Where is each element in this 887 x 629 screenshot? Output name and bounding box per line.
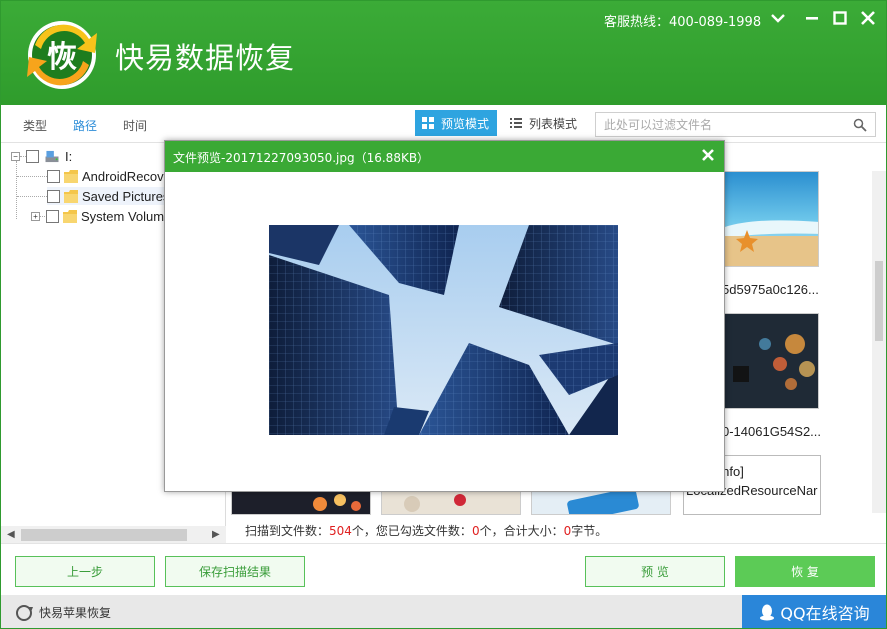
scanned-count: 504 [329, 524, 352, 538]
save-results-button[interactable]: 保存扫描结果 [165, 556, 305, 587]
qq-consult-label: QQ在线咨询 [780, 604, 870, 623]
folder-icon [63, 209, 77, 223]
scroll-thumb[interactable] [21, 529, 187, 541]
app-title: 快易数据恢复 [115, 41, 296, 75]
tree-line [17, 176, 47, 177]
maximize-icon[interactable] [829, 7, 851, 29]
list-mode-label: 列表模式 [529, 116, 578, 131]
header: 恢 快易数据恢复 客服热线：400-089-1998 [1, 1, 886, 105]
app-window: 恢 快易数据恢复 客服热线：400-089-1998 类型 路径 时间 预览模式 [0, 0, 887, 629]
thumbnail-partial[interactable] [231, 489, 371, 515]
tab-path[interactable]: 路径 [73, 117, 97, 134]
hotline-text: 客服热线：400-089-1998 [604, 15, 762, 30]
svg-text:恢: 恢 [47, 40, 77, 75]
status-prefix: 扫描到文件数： [245, 524, 330, 538]
vertical-scrollbar[interactable] [872, 171, 886, 513]
preview-image [269, 225, 618, 435]
tab-time[interactable]: 时间 [123, 117, 147, 134]
app-logo: 恢 [17, 15, 107, 95]
horizontal-scrollbar[interactable]: ◀ ▶ [1, 526, 226, 544]
checkbox[interactable] [46, 209, 59, 223]
tree-item-androidrecov[interactable]: AndroidRecov [47, 167, 164, 185]
dialog-title-bar[interactable]: 文件预览-20171227093050.jpg（16.88KB） [165, 141, 724, 172]
preview-mode-label: 预览模式 [441, 116, 490, 131]
scroll-left-icon[interactable]: ◀ [7, 529, 15, 540]
chevron-down-icon[interactable] [767, 7, 789, 29]
recover-button[interactable]: 恢 复 [735, 556, 875, 587]
folder-icon [64, 169, 78, 183]
list-icon [510, 118, 522, 128]
file-preview-dialog: 文件预览-20171227093050.jpg（16.88KB） [164, 140, 725, 492]
tree-root-row[interactable]: − I: [11, 147, 72, 165]
status-bar: 扫描到文件数：504个，您已勾选文件数：0个，合计大小：0字节。 [227, 515, 886, 543]
tree-item-label: Saved Pictures [82, 188, 170, 204]
tree-line [16, 161, 17, 219]
preview-button[interactable]: 预 览 [585, 556, 725, 587]
qq-icon [760, 604, 775, 621]
thumbnail-bokeh[interactable] [724, 313, 819, 409]
checkbox[interactable] [47, 189, 60, 203]
tree-item-system-volume[interactable]: + System Volum [31, 207, 164, 225]
status-middle2: 个，合计大小： [479, 524, 564, 538]
thumbnail-beach[interactable] [724, 171, 819, 267]
dialog-title: 文件预览-20171227093050.jpg（16.88KB） [173, 151, 430, 165]
preview-mode-button[interactable]: 预览模式 [415, 110, 498, 136]
checkbox[interactable] [47, 169, 60, 183]
action-bar: 上一步 保存扫描结果 预 览 恢 复 [1, 543, 886, 595]
tree-item-saved-pictures[interactable]: Saved Pictures [47, 187, 170, 205]
close-icon[interactable] [700, 147, 716, 163]
checked-count: 0 [471, 524, 480, 538]
scroll-thumb[interactable] [875, 261, 883, 341]
search-input[interactable] [604, 116, 844, 133]
footer: 快易苹果恢复 QQ在线咨询 [1, 595, 886, 628]
search-box [595, 112, 876, 137]
drive-icon [45, 150, 59, 162]
thumbnail-name: 0-14061G54S2... [722, 424, 822, 439]
thumbnail-partial[interactable] [531, 489, 671, 515]
close-icon[interactable] [857, 7, 879, 29]
thumbnail-name: 5d5975a0c126... [722, 282, 819, 297]
tree-line [20, 155, 26, 157]
status-middle: 个，您已勾选文件数： [351, 524, 472, 538]
tree-item-label: AndroidRecov [82, 168, 164, 184]
qq-consult-button[interactable]: QQ在线咨询 [742, 595, 886, 628]
minimize-icon[interactable] [801, 7, 823, 29]
tree-root-label: I: [65, 148, 73, 164]
folder-icon [64, 189, 78, 203]
tree-item-label: System Volum [81, 208, 165, 224]
apple-recovery-label: 快易苹果恢复 [39, 606, 112, 620]
thumbnail-partial[interactable] [381, 489, 521, 515]
tab-type[interactable]: 类型 [23, 117, 47, 134]
toolbar: 类型 路径 时间 预览模式 列表模式 [1, 105, 886, 143]
grid-icon [422, 117, 434, 129]
tree-line [17, 196, 47, 197]
list-mode-button[interactable]: 列表模式 [503, 110, 585, 136]
scroll-right-icon[interactable]: ▶ [212, 529, 220, 540]
search-icon[interactable] [853, 118, 867, 132]
collapse-toggle[interactable]: − [11, 151, 20, 161]
root-checkbox[interactable] [26, 149, 39, 163]
recovery-logo-icon [16, 604, 33, 621]
prev-step-button[interactable]: 上一步 [15, 556, 155, 587]
apple-recovery-link[interactable]: 快易苹果恢复 [15, 604, 111, 621]
status-suffix: 字节。 [571, 524, 608, 538]
expand-toggle[interactable]: + [31, 211, 40, 221]
